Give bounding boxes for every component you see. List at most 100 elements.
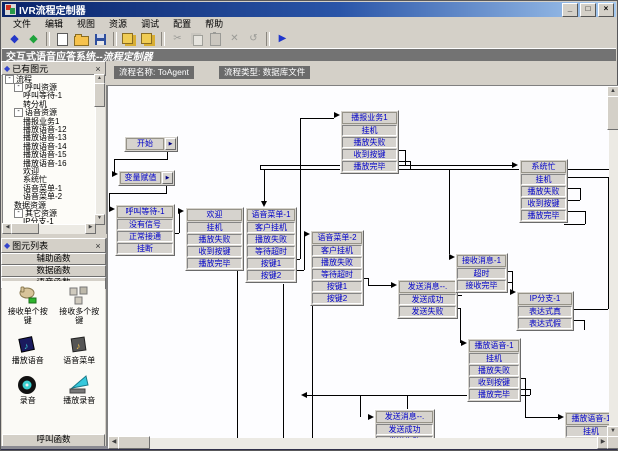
flow-connector-line (360, 395, 361, 417)
node-port[interactable]: 发送失败 (399, 306, 456, 317)
element-list-header[interactable]: ◆ 图元列表 × (1, 238, 106, 253)
tree-expander-icon[interactable]: - (5, 75, 14, 84)
flow-node-assign[interactable]: 变量赋值▶ (118, 170, 175, 186)
node-port[interactable]: 挂机 (469, 353, 519, 364)
tree-item[interactable]: 播放语音-16 (3, 159, 95, 167)
gramophone-tool[interactable]: 播放录音 (54, 374, 106, 405)
node-port[interactable]: 播放完毕 (187, 258, 242, 269)
node-expand-button[interactable]: ▶ (165, 138, 176, 150)
node-port[interactable]: 播放完毕 (342, 161, 397, 172)
delete-button: ✕ (225, 31, 244, 47)
node-port[interactable]: 发送成功 (376, 424, 433, 435)
node-port[interactable]: 收到按键 (342, 149, 397, 160)
node-port[interactable]: 播放失败 (342, 137, 397, 148)
tree-item[interactable]: 呼叫等待-1 (3, 92, 95, 100)
menu-file[interactable]: 文件 (6, 17, 38, 30)
accordion-helper-functions[interactable]: 辅助函数 (1, 253, 106, 265)
node-port[interactable]: 正常接通 (117, 231, 173, 242)
node-port[interactable]: 表达式假 (518, 318, 572, 329)
flow-node-ip-branch-1[interactable]: IP分支-1表达式真表达式假 (516, 291, 574, 331)
run-button[interactable]: ▶ (273, 31, 292, 47)
new-file-icon (57, 33, 68, 46)
multi-key-tool[interactable]: 接收多个按键 (54, 285, 106, 325)
flow-node-voice-menu-2[interactable]: 语音菜单-2客户挂机播放失败等待超时按键1按键2 (310, 230, 364, 306)
flow-connector-line (312, 299, 313, 439)
tree-hscroll-thumb[interactable] (11, 223, 39, 234)
node-port[interactable]: 收到按键 (187, 246, 242, 257)
canvas-hscrollbar[interactable] (108, 438, 609, 449)
node-port[interactable]: 按键2 (312, 293, 362, 304)
flow-node-call-wait-1[interactable]: 呼叫等待-1没有信号正常接通挂断 (115, 204, 175, 256)
node-port[interactable]: 等待超时 (312, 269, 362, 280)
node-port[interactable]: 收到按键 (469, 377, 519, 388)
menu-view[interactable]: 视图 (70, 17, 102, 30)
node-port[interactable]: 挂断 (117, 243, 173, 254)
tree-expander-icon[interactable]: - (14, 83, 23, 92)
flow-canvas[interactable]: ▲ ▼ ◀ ▶ 开始▶变量赋值▶呼叫等待-1没有信号正常接通挂断欢迎挂机播放失败… (107, 85, 618, 449)
export-resource-button[interactable] (139, 31, 158, 47)
import-resource-button[interactable] (120, 31, 139, 47)
node-port[interactable]: 客户挂机 (312, 245, 362, 256)
flow-node-voice-menu-1[interactable]: 语音菜单-1客户挂机播放失败等待超时按键1按键2 (245, 207, 297, 283)
forward-diamond-button[interactable]: ◆ (24, 31, 43, 47)
flow-node-sys-busy[interactable]: 系统忙挂机播放失败收到按键播放完毕 (519, 159, 568, 223)
node-port[interactable]: 客户挂机 (247, 222, 295, 233)
node-port[interactable]: 按键1 (247, 258, 295, 269)
node-port[interactable]: 发送成功 (399, 294, 456, 305)
canvas-hscroll-thumb[interactable] (118, 436, 150, 449)
node-port[interactable]: 按键1 (312, 281, 362, 292)
back-diamond-button[interactable]: ◆ (5, 31, 24, 47)
flow-node-send-msg-1[interactable]: 发送消息--.发送成功发送失败 (397, 279, 458, 319)
open-file-button[interactable] (72, 31, 91, 47)
node-port[interactable]: 播放失败 (247, 234, 295, 245)
node-port[interactable]: 播放失败 (187, 234, 242, 245)
close-icon[interactable]: × (93, 64, 103, 74)
flow-node-welcome[interactable]: 欢迎挂机播放失败收到按键播放完毕 (185, 207, 244, 271)
hand-key-tool[interactable]: 接收单个按键 (2, 285, 54, 325)
scroll-right-icon[interactable]: ▶ (85, 223, 96, 234)
menu-resource[interactable]: 资源 (102, 17, 134, 30)
node-port[interactable]: 挂机 (187, 222, 242, 233)
canvas-vscroll-thumb[interactable] (607, 96, 618, 130)
node-port[interactable]: 播放失败 (312, 257, 362, 268)
flow-node-recv-msg-1[interactable]: 接收消息-1超时接收完毕 (455, 253, 508, 293)
node-port[interactable]: 播放完毕 (521, 210, 566, 221)
tree-expander-icon[interactable]: - (14, 209, 23, 218)
cd-tool[interactable]: 录音 (2, 374, 54, 405)
node-title: 系统忙 (521, 161, 566, 173)
node-port[interactable]: 播放完毕 (469, 389, 519, 400)
menu-edit[interactable]: 编辑 (38, 17, 70, 30)
menu-help[interactable]: 帮助 (198, 17, 230, 30)
node-port[interactable]: 表达式真 (518, 306, 572, 317)
flow-node-start[interactable]: 开始▶ (124, 136, 178, 152)
node-port[interactable]: 播放失败 (521, 186, 566, 197)
accordion-data-functions[interactable]: 数据函数 (1, 265, 106, 277)
node-port[interactable]: 挂机 (342, 125, 397, 136)
tree-vscroll-thumb[interactable] (94, 83, 105, 107)
node-port[interactable]: 播放失败 (469, 365, 519, 376)
note-tool[interactable]: ♪语音菜单 (54, 334, 106, 365)
save-file-button[interactable] (91, 31, 110, 47)
node-port[interactable]: 按键2 (247, 270, 295, 281)
title-bar[interactable]: IVR流程定制器 _ □ × (2, 2, 616, 17)
close-icon[interactable]: × (93, 241, 103, 251)
node-port[interactable]: 收到按键 (521, 198, 566, 209)
node-port[interactable]: 接收完毕 (457, 280, 506, 291)
node-port[interactable]: 挂机 (521, 174, 566, 185)
node-port[interactable]: 等待超时 (247, 246, 295, 257)
flow-node-play-voice-1-mid[interactable]: 播放语音-1挂机播放失败收到按键播放完毕 (467, 338, 521, 402)
close-button[interactable]: × (598, 3, 614, 17)
restore-button[interactable]: □ (580, 3, 596, 17)
new-file-button[interactable] (53, 31, 72, 47)
flow-node-broadcast-1[interactable]: 播报业务1挂机播放失败收到按键播放完毕 (340, 110, 399, 174)
speaker-tool[interactable]: ♪播放语音 (2, 334, 54, 365)
node-port[interactable]: 没有信号 (117, 219, 173, 230)
node-expand-button[interactable]: ▶ (162, 172, 173, 184)
palette-tree-panel: ◆ 已有图元 × -流程-呼叫资源呼叫等待-1转分机-语音资源播报业务1播放语音… (1, 61, 107, 234)
tree-expander-icon[interactable]: - (14, 108, 23, 117)
minimize-button[interactable]: _ (562, 3, 578, 17)
node-port[interactable]: 超时 (457, 268, 506, 279)
menu-config[interactable]: 配置 (166, 17, 198, 30)
menu-debug[interactable]: 调试 (134, 17, 166, 30)
canvas-vscrollbar[interactable] (609, 86, 618, 438)
